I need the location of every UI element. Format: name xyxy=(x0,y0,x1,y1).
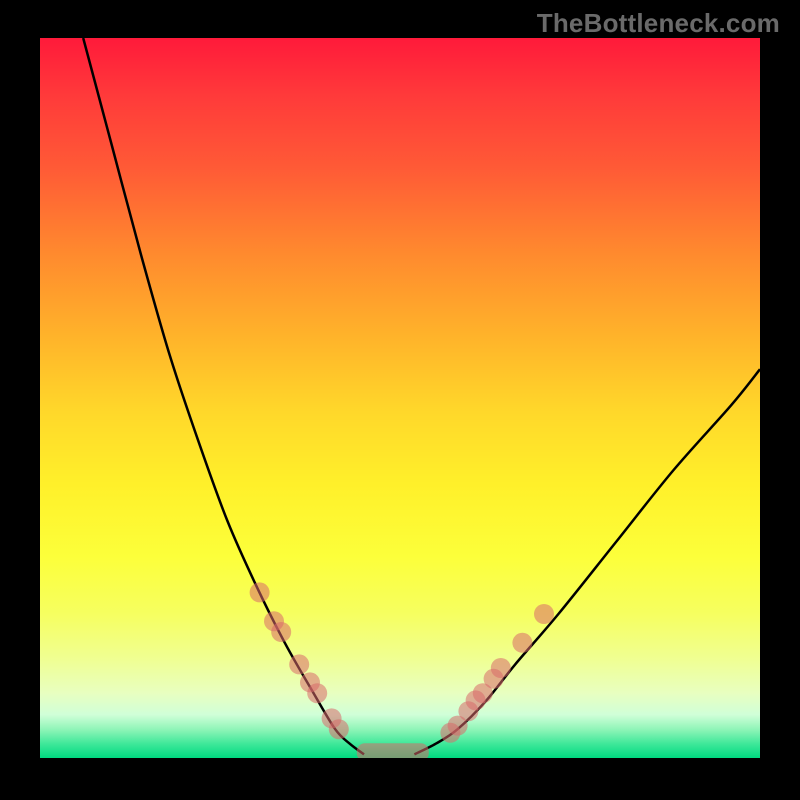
data-dot xyxy=(491,658,511,678)
data-dot xyxy=(458,701,478,721)
data-dot xyxy=(289,654,309,674)
data-dot xyxy=(329,719,349,739)
chart-svg xyxy=(40,38,760,758)
data-dot xyxy=(307,683,327,703)
data-dot xyxy=(534,604,554,624)
data-dot xyxy=(512,633,532,653)
data-dot xyxy=(448,716,468,736)
data-dots xyxy=(250,582,554,742)
data-dot xyxy=(440,723,460,743)
data-dot xyxy=(322,708,342,728)
watermark-text: TheBottleneck.com xyxy=(537,8,780,39)
chart-container: TheBottleneck.com xyxy=(0,0,800,800)
plot-area xyxy=(40,38,760,758)
data-dot xyxy=(271,622,291,642)
data-dot xyxy=(300,672,320,692)
data-dot xyxy=(264,611,284,631)
right-curve xyxy=(414,369,760,754)
bottom-flat-segment xyxy=(357,743,429,758)
left-curve xyxy=(83,38,364,754)
data-dot xyxy=(473,683,493,703)
data-dot xyxy=(250,582,270,602)
data-dot xyxy=(484,669,504,689)
data-dot xyxy=(466,690,486,710)
